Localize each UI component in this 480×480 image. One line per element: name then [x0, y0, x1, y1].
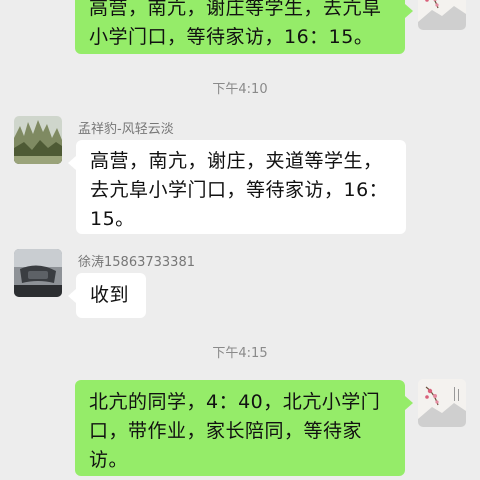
- sender-name: 孟祥豹-风轻云淡: [78, 122, 174, 137]
- message-bubble-incoming[interactable]: 高营，南亢，谢庄，夹道等学生，去亢阜小学门口，等待家访，16：15。: [76, 140, 406, 234]
- sender-avatar[interactable]: [14, 249, 62, 297]
- message-text: 高营，南亢，谢庄等学生，去亢阜小学门口，等待家访，16：15。: [89, 0, 382, 48]
- bubble-tail: [68, 289, 76, 303]
- message-text: 收到: [90, 284, 130, 306]
- my-avatar[interactable]: [418, 0, 466, 30]
- timestamp: 下午4:10: [212, 82, 268, 97]
- timestamp: 下午4:15: [212, 346, 268, 361]
- message-bubble-outgoing[interactable]: 高营，南亢，谢庄等学生，去亢阜小学门口，等待家访，16：15。: [75, 0, 405, 54]
- bubble-tail: [68, 156, 76, 170]
- message-bubble-outgoing[interactable]: 北亢的同学，4：40，北亢小学门口，带作业，家长陪同，等待家访。: [75, 380, 405, 476]
- message-text: 高营，南亢，谢庄，夹道等学生，去亢阜小学门口，等待家访，16：15。: [90, 150, 389, 230]
- message-bubble-incoming[interactable]: 收到: [76, 273, 146, 318]
- bubble-tail: [405, 4, 413, 18]
- message-text: 北亢的同学，4：40，北亢小学门口，带作业，家长陪同，等待家访。: [89, 391, 381, 471]
- sender-avatar[interactable]: [14, 116, 62, 164]
- sender-name: 徐涛15863733381: [78, 255, 195, 270]
- my-avatar[interactable]: [418, 379, 466, 427]
- chat-message-list[interactable]: 高营，南亢，谢庄等学生，去亢阜小学门口，等待家访，16：15。 下午4:10 孟…: [0, 0, 480, 480]
- bubble-tail: [405, 396, 413, 410]
